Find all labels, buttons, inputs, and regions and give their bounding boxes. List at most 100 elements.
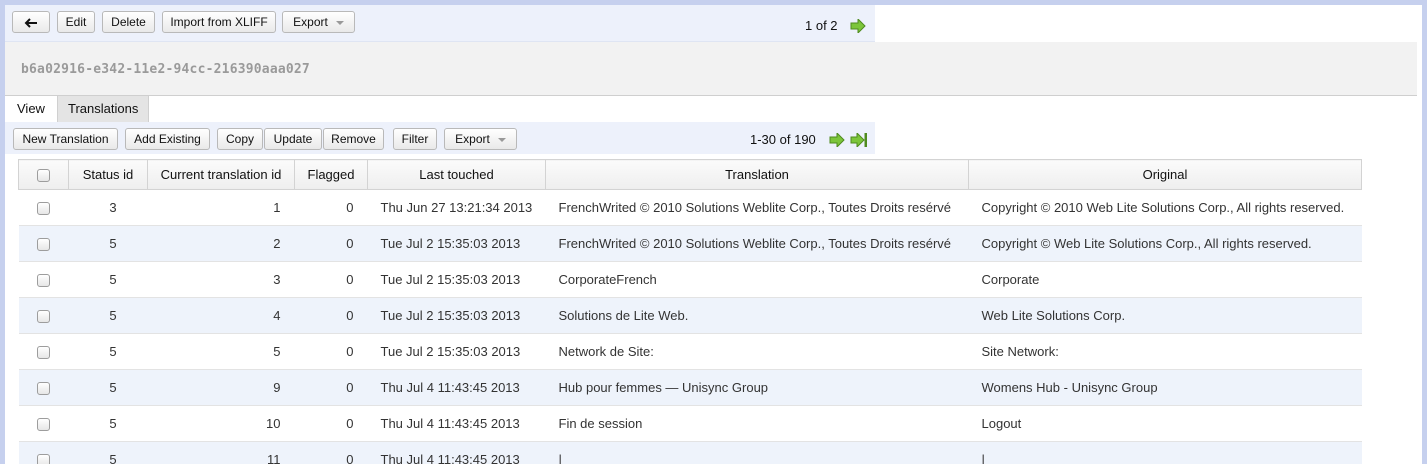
- cell-last-touched: Tue Jul 2 15:35:03 2013: [367, 225, 546, 262]
- cell-current-translation-id: 10: [147, 405, 295, 442]
- cell-last-touched: Tue Jul 2 15:35:03 2013: [367, 297, 546, 334]
- cell-current-translation-id: 2: [147, 225, 295, 262]
- column-header-flagged[interactable]: Flagged: [294, 159, 368, 190]
- cell-last-touched: Tue Jul 2 15:35:03 2013: [367, 261, 546, 298]
- record-id: b6a02916-e342-11e2-94cc-216390aaa027: [21, 62, 310, 77]
- cell-flagged: 0: [294, 441, 368, 464]
- copy-button[interactable]: Copy: [217, 128, 263, 150]
- tab-bar: View Translations: [5, 95, 1417, 123]
- cell-status-id: 5: [68, 225, 148, 262]
- tab-view[interactable]: View: [7, 96, 55, 123]
- next-arrow-icon[interactable]: [829, 133, 845, 147]
- cell-original: Web Lite Solutions Corp.: [968, 297, 1362, 334]
- tab-translations[interactable]: Translations: [57, 96, 150, 123]
- cell-original: Logout: [968, 405, 1362, 442]
- list-export-label: Export: [455, 132, 490, 146]
- cell-status-id: 3: [68, 189, 148, 226]
- export-dropdown[interactable]: Export: [282, 11, 355, 33]
- cell-original: Corporate: [968, 261, 1362, 298]
- remove-button[interactable]: Remove: [323, 128, 384, 150]
- cell-translation: FrenchWrited © 2010 Solutions Weblite Co…: [545, 189, 969, 226]
- table-row[interactable]: 5 3 0 Tue Jul 2 15:35:03 2013 CorporateF…: [18, 261, 1362, 298]
- chevron-down-icon: [335, 20, 344, 25]
- table-row[interactable]: 5 4 0 Tue Jul 2 15:35:03 2013 Solutions …: [18, 297, 1362, 334]
- column-header-original[interactable]: Original: [968, 159, 1362, 190]
- cell-translation: Hub pour femmes — Unisync Group: [545, 369, 969, 406]
- cell-status-id: 5: [68, 297, 148, 334]
- record-toolbar: Edit Delete Import from XLIFF Export 1 o…: [5, 5, 875, 42]
- import-xliff-button[interactable]: Import from XLIFF: [162, 11, 276, 33]
- cell-status-id: 5: [68, 333, 148, 370]
- cell-flagged: 0: [294, 225, 368, 262]
- export-label: Export: [293, 15, 328, 29]
- cell-translation: Network de Site:: [545, 333, 969, 370]
- table-header-row: Status id Current translation id Flagged…: [18, 159, 1362, 190]
- cell-current-translation-id: 11: [147, 441, 295, 464]
- row-checkbox[interactable]: [37, 346, 50, 360]
- cell-last-touched: Thu Jul 4 11:43:45 2013: [367, 369, 546, 406]
- list-export-dropdown[interactable]: Export: [444, 128, 517, 150]
- row-checkbox[interactable]: [37, 274, 50, 288]
- list-pager-text: 1-30 of 190: [750, 132, 816, 147]
- select-all-checkbox[interactable]: [37, 169, 50, 183]
- chevron-down-icon: [497, 137, 506, 142]
- update-button[interactable]: Update: [264, 128, 322, 150]
- cell-current-translation-id: 9: [147, 369, 295, 406]
- cell-translation: |: [545, 441, 969, 464]
- back-button[interactable]: [12, 11, 50, 33]
- new-translation-button[interactable]: New Translation: [13, 128, 118, 150]
- cell-last-touched: Thu Jun 27 13:21:34 2013: [367, 189, 546, 226]
- select-all-checkbox-cell[interactable]: [18, 159, 69, 190]
- row-checkbox[interactable]: [37, 202, 50, 216]
- delete-button[interactable]: Delete: [102, 11, 155, 33]
- next-arrow-icon[interactable]: [850, 19, 866, 33]
- record-pager-text: 1 of 2: [805, 18, 838, 33]
- cell-translation: Fin de session: [545, 405, 969, 442]
- column-header-status-id[interactable]: Status id: [68, 159, 148, 190]
- row-checkbox[interactable]: [37, 238, 50, 252]
- table-row[interactable]: 5 9 0 Thu Jul 4 11:43:45 2013 Hub pour f…: [18, 369, 1362, 406]
- column-header-translation[interactable]: Translation: [545, 159, 969, 190]
- translations-table: Status id Current translation id Flagged…: [18, 159, 1362, 464]
- row-checkbox[interactable]: [37, 310, 50, 324]
- cell-flagged: 0: [294, 369, 368, 406]
- row-checkbox[interactable]: [37, 418, 50, 432]
- table-row[interactable]: 5 5 0 Tue Jul 2 15:35:03 2013 Network de…: [18, 333, 1362, 370]
- cell-flagged: 0: [294, 189, 368, 226]
- table-row[interactable]: 5 11 0 Thu Jul 4 11:43:45 2013 | |: [18, 441, 1362, 464]
- cell-original: Site Network:: [968, 333, 1362, 370]
- cell-current-translation-id: 5: [147, 333, 295, 370]
- column-header-last-touched[interactable]: Last touched: [367, 159, 546, 190]
- cell-status-id: 5: [68, 405, 148, 442]
- cell-original: Copyright © 2010 Web Lite Solutions Corp…: [968, 189, 1362, 226]
- cell-flagged: 0: [294, 261, 368, 298]
- cell-current-translation-id: 1: [147, 189, 295, 226]
- table-row[interactable]: 5 10 0 Thu Jul 4 11:43:45 2013 Fin de se…: [18, 405, 1362, 442]
- table-row[interactable]: 5 2 0 Tue Jul 2 15:35:03 2013 FrenchWrit…: [18, 225, 1362, 262]
- column-header-current-translation-id[interactable]: Current translation id: [147, 159, 295, 190]
- cell-current-translation-id: 4: [147, 297, 295, 334]
- cell-translation: CorporateFrench: [545, 261, 969, 298]
- row-checkbox[interactable]: [37, 454, 50, 464]
- list-toolbar: New Translation Add Existing Copy Update…: [5, 122, 875, 154]
- record-panel: Edit Delete Import from XLIFF Export 1 o…: [5, 5, 1417, 464]
- row-checkbox[interactable]: [37, 382, 50, 396]
- cell-original: Copyright © Web Lite Solutions Corp., Al…: [968, 225, 1362, 262]
- cell-current-translation-id: 3: [147, 261, 295, 298]
- cell-flagged: 0: [294, 333, 368, 370]
- table-row[interactable]: 3 1 0 Thu Jun 27 13:21:34 2013 FrenchWri…: [18, 189, 1362, 226]
- cell-status-id: 5: [68, 369, 148, 406]
- cell-flagged: 0: [294, 297, 368, 334]
- filter-button[interactable]: Filter: [393, 128, 437, 150]
- cell-last-touched: Thu Jul 4 11:43:45 2013: [367, 405, 546, 442]
- record-header: b6a02916-e342-11e2-94cc-216390aaa027: [5, 42, 1417, 95]
- cell-flagged: 0: [294, 405, 368, 442]
- cell-status-id: 5: [68, 261, 148, 298]
- cell-translation: Solutions de Lite Web.: [545, 297, 969, 334]
- cell-translation: FrenchWrited © 2010 Solutions Weblite Co…: [545, 225, 969, 262]
- edit-button[interactable]: Edit: [57, 11, 95, 33]
- add-existing-button[interactable]: Add Existing: [125, 128, 210, 150]
- cell-original: Womens Hub - Unisync Group: [968, 369, 1362, 406]
- last-page-arrow-icon[interactable]: [850, 133, 868, 147]
- back-arrow-icon: [24, 18, 37, 28]
